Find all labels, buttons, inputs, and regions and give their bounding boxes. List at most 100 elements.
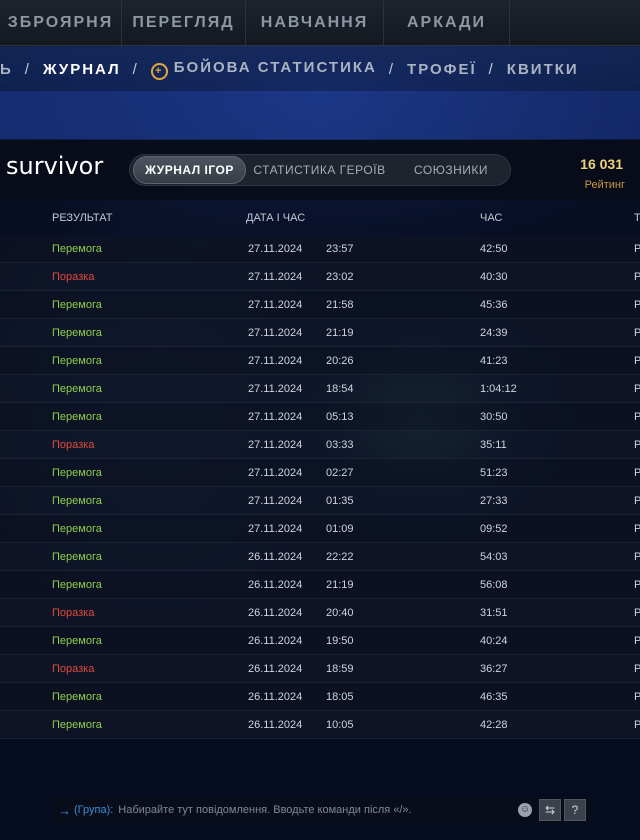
match-partial-cell: Р <box>634 467 640 479</box>
column-header-date-time[interactable]: ДАТА І ЧАС <box>246 212 305 224</box>
match-date: 26.11.2024 <box>248 635 303 647</box>
match-date: 27.11.2024 <box>248 495 303 507</box>
match-duration: 1:04:12 <box>480 383 517 395</box>
column-header-partial[interactable]: Т <box>634 212 640 224</box>
match-time: 20:40 <box>326 607 354 619</box>
column-header-result[interactable]: РЕЗУЛЬТАТ <box>52 212 112 224</box>
match-duration: 31:51 <box>480 607 508 619</box>
match-time: 03:33 <box>326 439 354 451</box>
table-row[interactable]: Перемога 27.11.2024 01:35 27:33 Р <box>0 487 640 515</box>
table-row[interactable]: Перемога 26.11.2024 19:50 40:24 Р <box>0 627 640 655</box>
match-date: 27.11.2024 <box>248 411 303 423</box>
match-time: 23:02 <box>326 271 354 283</box>
match-time: 18:59 <box>326 663 354 675</box>
match-date: 27.11.2024 <box>248 243 303 255</box>
match-result: Перемога <box>52 719 102 731</box>
table-row[interactable]: Перемога 27.11.2024 05:13 30:50 Р <box>0 403 640 431</box>
match-duration: 35:11 <box>480 439 507 451</box>
match-result: Перемога <box>52 691 102 703</box>
table-row[interactable]: Перемога 27.11.2024 21:58 45:36 Р <box>0 291 640 319</box>
sub-nav-partial-item[interactable]: Ь <box>0 61 13 78</box>
emoji-icon[interactable]: ☺ <box>518 803 532 817</box>
table-row[interactable]: Перемога 27.11.2024 01:09 09:52 Р <box>0 515 640 543</box>
match-time: 10:05 <box>326 719 354 731</box>
nav-tab-armory[interactable]: ЗБРОЯРНЯ <box>0 0 122 46</box>
chat-input[interactable] <box>118 804 509 816</box>
match-result: Перемога <box>52 495 102 507</box>
match-time: 18:54 <box>326 383 354 395</box>
match-result: Перемога <box>52 467 102 479</box>
table-row[interactable]: Перемога 27.11.2024 21:19 24:39 Р <box>0 319 640 347</box>
tab-allies[interactable]: СОЮЗНИКИ <box>393 156 509 184</box>
match-duration: 45:36 <box>480 299 508 311</box>
match-partial-cell: Р <box>634 411 640 423</box>
match-result: Поразка <box>52 271 95 283</box>
separator: / <box>488 60 495 78</box>
match-result: Поразка <box>52 663 95 675</box>
match-result: Перемога <box>52 355 102 367</box>
table-header: РЕЗУЛЬТАТ ДАТА І ЧАС ЧАС Т <box>0 200 640 234</box>
match-partial-cell: Р <box>634 551 640 563</box>
sub-nav-combat-stats[interactable]: + БОЙОВА СТАТИСТИКА <box>150 59 377 80</box>
match-result: Перемога <box>52 551 102 563</box>
table-row[interactable]: Перемога 26.11.2024 10:05 42:28 Р <box>0 711 640 739</box>
match-result: Перемога <box>52 411 102 423</box>
table-row[interactable]: Поразка 26.11.2024 20:40 31:51 Р <box>0 599 640 627</box>
match-result: Перемога <box>52 299 102 311</box>
match-duration: 09:52 <box>480 523 508 535</box>
top-nav: ЗБРОЯРНЯ ПЕРЕГЛЯД НАВЧАННЯ АРКАДИ <box>0 0 640 46</box>
match-result: Перемога <box>52 579 102 591</box>
tab-match-history[interactable]: ЖУРНАЛ ІГОР <box>133 156 246 184</box>
match-duration: 54:03 <box>480 551 508 563</box>
table-row[interactable]: Перемога 27.11.2024 18:54 1:04:12 Р <box>0 375 640 403</box>
nav-tab-learn[interactable]: НАВЧАННЯ <box>246 0 384 46</box>
table-row[interactable]: Поразка 27.11.2024 23:02 40:30 Р <box>0 263 640 291</box>
match-partial-cell: Р <box>634 579 640 591</box>
column-header-duration[interactable]: ЧАС <box>480 212 502 224</box>
table-row[interactable]: Поразка 26.11.2024 18:59 36:27 Р <box>0 655 640 683</box>
rating-value: 16 031 <box>580 156 623 172</box>
match-time: 21:19 <box>326 579 354 591</box>
help-icon[interactable]: ? <box>564 799 586 821</box>
match-partial-cell: Р <box>634 635 640 647</box>
match-time: 23:57 <box>326 243 354 255</box>
match-duration: 41:23 <box>480 355 508 367</box>
chat-bar: → (Група): ☺ ⇆ ? <box>52 796 592 824</box>
table-row[interactable]: Поразка 27.11.2024 03:33 35:11 Р <box>0 431 640 459</box>
attach-icon[interactable]: ⇆ <box>539 799 561 821</box>
match-partial-cell: Р <box>634 691 640 703</box>
table-row[interactable]: Перемога 27.11.2024 23:57 42:50 Р <box>0 235 640 263</box>
match-result: Перемога <box>52 243 102 255</box>
match-date: 27.11.2024 <box>248 523 303 535</box>
match-result: Перемога <box>52 383 102 395</box>
tab-hero-stats[interactable]: СТАТИСТИКА ГЕРОЇВ <box>246 156 393 184</box>
table-row[interactable]: Перемога 26.11.2024 18:05 46:35 Р <box>0 683 640 711</box>
match-date: 27.11.2024 <box>248 467 303 479</box>
match-partial-cell: Р <box>634 327 640 339</box>
sub-nav-tickets[interactable]: КВИТКИ <box>507 61 579 78</box>
match-duration: 27:33 <box>480 495 508 507</box>
table-row[interactable]: Перемога 27.11.2024 20:26 41:23 Р <box>0 347 640 375</box>
plus-star-icon: + <box>150 62 168 80</box>
separator: / <box>132 60 139 78</box>
nav-tab-watch[interactable]: ПЕРЕГЛЯД <box>122 0 246 46</box>
match-partial-cell: Р <box>634 523 640 535</box>
chat-channel[interactable]: (Група): <box>74 804 113 816</box>
match-duration: 56:08 <box>480 579 508 591</box>
match-date: 27.11.2024 <box>248 439 303 451</box>
match-date: 26.11.2024 <box>248 691 303 703</box>
table-row[interactable]: Перемога 26.11.2024 22:22 54:03 Р <box>0 543 640 571</box>
match-duration: 40:24 <box>480 635 508 647</box>
match-partial-cell: Р <box>634 299 640 311</box>
nav-tab-label: ПЕРЕГЛЯД <box>132 13 235 31</box>
table-row[interactable]: Перемога 27.11.2024 02:27 51:23 Р <box>0 459 640 487</box>
sub-nav-journal[interactable]: ЖУРНАЛ <box>43 61 121 78</box>
table-row[interactable]: Перемога 26.11.2024 21:19 56:08 Р <box>0 571 640 599</box>
player-name: survivor <box>6 152 104 180</box>
match-date: 27.11.2024 <box>248 327 303 339</box>
match-time: 05:13 <box>326 411 354 423</box>
sub-nav-trophies[interactable]: ТРОФЕЇ <box>407 61 477 78</box>
match-history-table: Перемога 27.11.2024 23:57 42:50 Р Поразка 27.1… <box>0 235 640 739</box>
match-date: 26.11.2024 <box>248 551 303 563</box>
nav-tab-arcade[interactable]: АРКАДИ <box>384 0 510 46</box>
